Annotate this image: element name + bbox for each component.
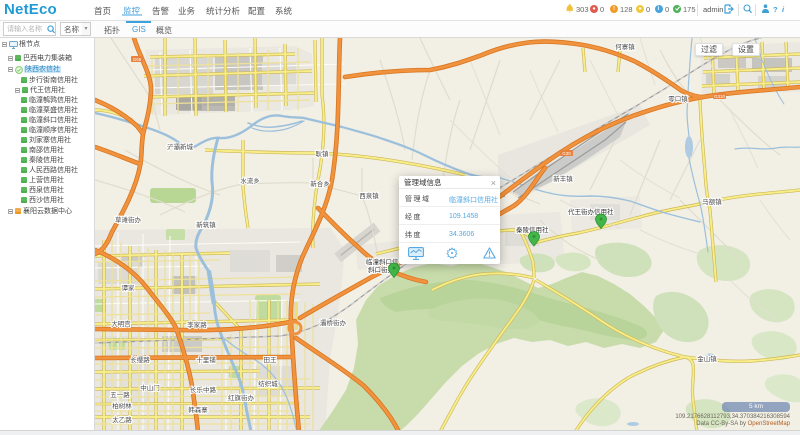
svg-text:十里铺: 十里铺 [196,355,216,364]
svg-text:五一路: 五一路 [110,390,130,399]
svg-text:灞桥街办: 灞桥街办 [320,318,347,327]
svg-text:纺织城: 纺织城 [258,379,278,388]
svg-text:浐灞新城: 浐灞新城 [167,142,194,151]
svg-text:韩森寨: 韩森寨 [188,405,208,414]
svg-text:金山镇: 金山镇 [697,354,717,363]
svg-text:中山门: 中山门 [140,383,160,392]
svg-text:何寨镇: 何寨镇 [615,42,635,51]
svg-text:田王: 田王 [264,356,278,364]
svg-text:西泉镇: 西泉镇 [359,191,379,200]
svg-text:红旗街办: 红旗街办 [228,393,255,402]
svg-text:长缨路: 长缨路 [130,355,150,364]
svg-text:大明宫: 大明宫 [111,319,131,328]
svg-text:代王街办信用社: 代王街办信用社 [568,207,614,216]
svg-text:马额镇: 马额镇 [702,197,722,206]
svg-text:草滩街办: 草滩街办 [115,215,142,224]
svg-text:长乐中路: 长乐中路 [190,385,217,394]
svg-text:G65: G65 [133,57,142,62]
svg-text:新丰镇: 新丰镇 [553,174,573,183]
svg-text:G30: G30 [562,151,571,156]
svg-text:谭家: 谭家 [122,283,136,292]
svg-text:零口镇: 零口镇 [668,94,688,103]
svg-text:G310: G310 [714,94,726,99]
svg-text:水流乡: 水流乡 [240,176,260,185]
svg-text:新筑镇: 新筑镇 [196,220,216,229]
svg-text:耿镇: 耿镇 [316,149,330,158]
svg-text:新合乡: 新合乡 [310,179,330,188]
svg-text:柏树林: 柏树林 [112,401,132,410]
svg-text:李家路: 李家路 [187,320,207,329]
svg-text:太乙路: 太乙路 [112,415,132,424]
